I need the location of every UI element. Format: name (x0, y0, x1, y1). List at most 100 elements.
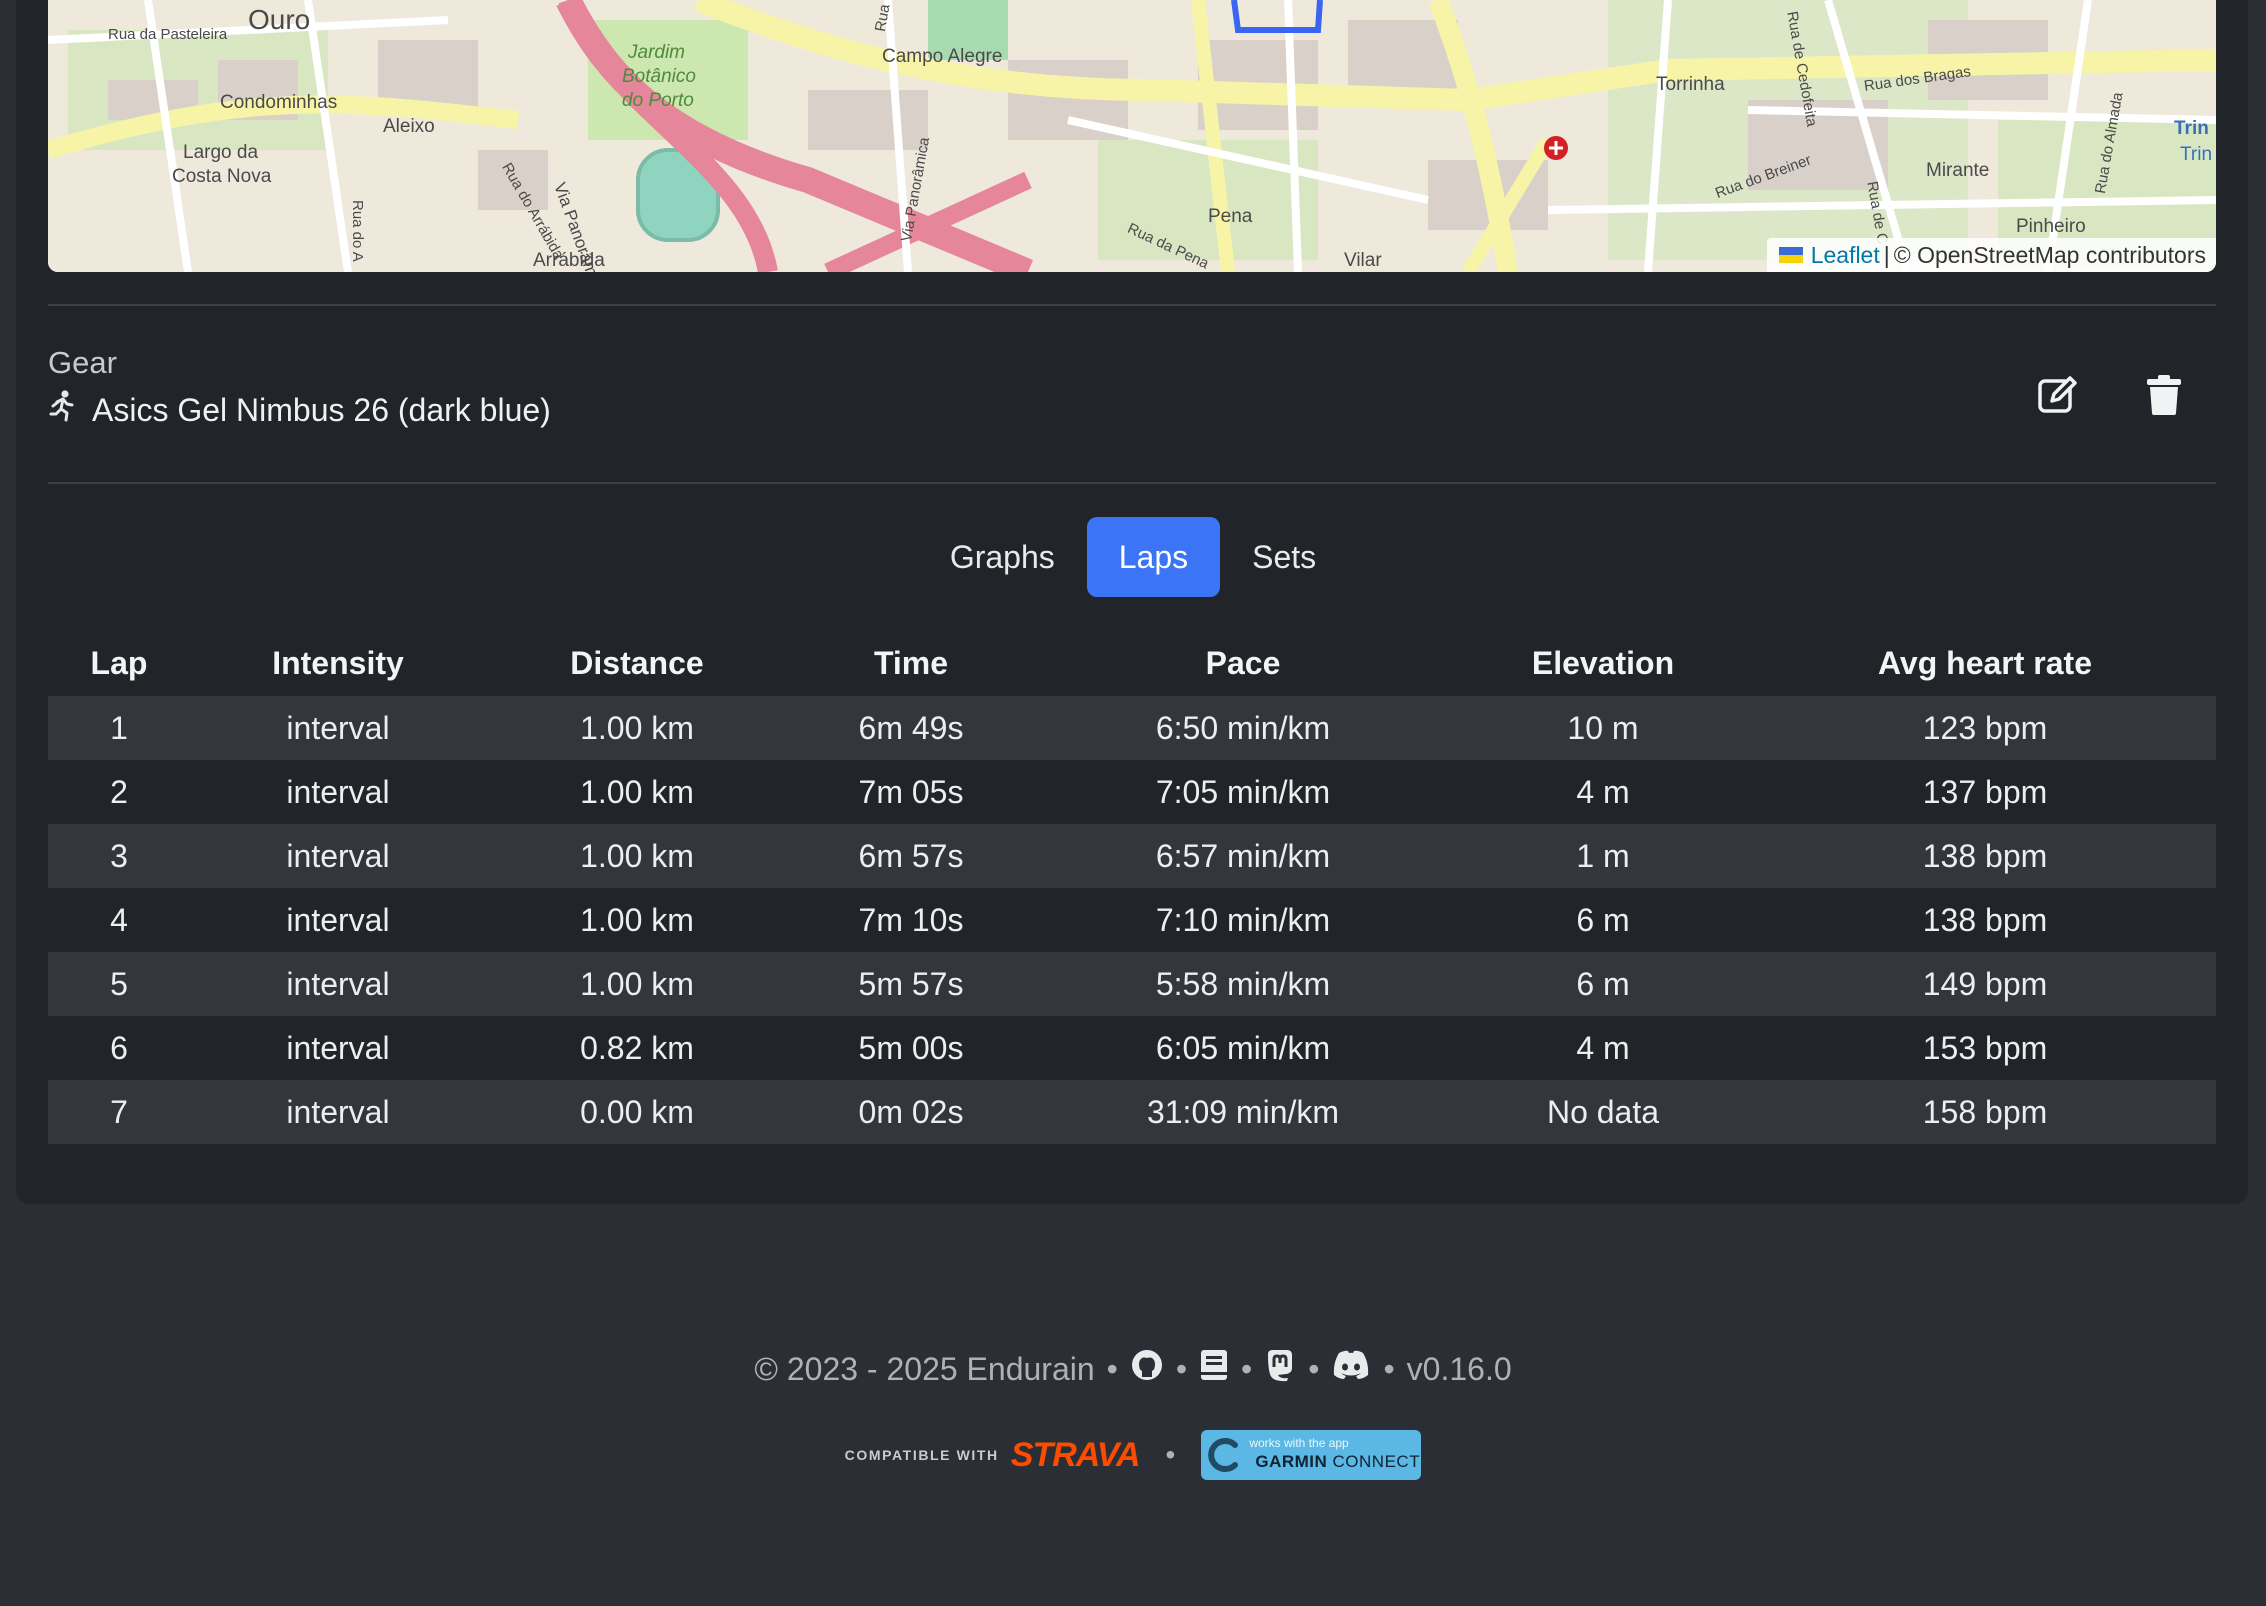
laps-table: Lap Intensity Distance Time Pace Elevati… (48, 630, 2216, 1144)
map-label: do Porto (622, 90, 694, 111)
lap-heart-rate: 149 bpm (1754, 952, 2216, 1016)
map-label: Pena (1208, 206, 1253, 227)
column-header: Time (873, 644, 949, 681)
activity-tabs: Graphs Laps Sets (0, 517, 2266, 597)
lap-number: 2 (48, 760, 190, 824)
strava-badge[interactable]: COMPATIBLE WITH STRAVA (844, 1436, 1141, 1475)
map-label: Mirante (1926, 160, 1990, 181)
mastodon-link[interactable] (1264, 1348, 1296, 1390)
table-row: 7 interval 0.00 km 0m 02s 31:09 min/km N… (48, 1080, 2216, 1144)
column-header: Distance (570, 644, 704, 681)
map-label: Aleixo (383, 116, 435, 137)
tab-sets[interactable]: Sets (1220, 517, 1348, 597)
app-version: v0.16.0 (1406, 1350, 1512, 1387)
edit-icon (2038, 376, 2077, 413)
gear-name[interactable]: Asics Gel Nimbus 26 (dark blue) (92, 392, 551, 429)
separator: • (1383, 1350, 1395, 1387)
lap-elevation: 6 m (1452, 952, 1754, 1016)
separator: • (1175, 1350, 1188, 1387)
lap-intensity: interval (190, 760, 486, 824)
lap-distance: 0.00 km (486, 1080, 788, 1144)
lap-number: 7 (48, 1080, 190, 1144)
delete-gear-button[interactable] (2136, 367, 2192, 423)
activity-map[interactable]: Ouro Rua da Pasteleira Condominhas Largo… (48, 0, 2216, 272)
lap-intensity: interval (190, 824, 486, 888)
lap-elevation: 4 m (1452, 1016, 1754, 1080)
lap-elevation: 6 m (1452, 888, 1754, 952)
lap-distance: 1.00 km (486, 952, 788, 1016)
map-label: Vilar (1344, 250, 1382, 271)
table-row: 1 interval 1.00 km 6m 49s 6:50 min/km 10… (48, 696, 2216, 760)
map-label: Pinheiro (2016, 216, 2086, 237)
lap-heart-rate: 138 bpm (1754, 888, 2216, 952)
lap-number: 1 (48, 696, 190, 760)
garmin-brand-name: GARMIN (1255, 1452, 1328, 1471)
garmin-small-text: works with the app (1249, 1436, 1349, 1450)
garmin-product: CONNECT (1332, 1452, 1421, 1471)
lap-distance: 0.82 km (486, 1016, 788, 1080)
map-label: Arrábida (533, 250, 605, 271)
github-link[interactable] (1130, 1348, 1164, 1390)
map-label: Jardim (628, 42, 686, 63)
map-label: Botânico (622, 66, 696, 87)
partner-badges: COMPATIBLE WITH STRAVA • works with the … (0, 1430, 2266, 1480)
map-attribution: Leaflet | © OpenStreetMap contributors (1766, 238, 2216, 272)
lap-number: 3 (48, 824, 190, 888)
ukraine-flag-icon (1778, 247, 1803, 263)
separator: • (1165, 1439, 1176, 1470)
lap-elevation: No data (1452, 1080, 1754, 1144)
lap-distance: 1.00 km (486, 760, 788, 824)
lap-number: 6 (48, 1016, 190, 1080)
map-label: Condominhas (220, 92, 338, 113)
table-header-row: Lap Intensity Distance Time Pace Elevati… (48, 630, 2216, 696)
column-header: Pace (1205, 644, 1281, 681)
osm-attribution: © OpenStreetMap contributors (1893, 241, 2206, 268)
lap-distance: 1.00 km (486, 824, 788, 888)
table-row: 2 interval 1.00 km 7m 05s 7:05 min/km 4 … (48, 760, 2216, 824)
running-icon (48, 390, 76, 430)
strava-compatible-text: COMPATIBLE WITH (844, 1447, 999, 1463)
tab-laps[interactable]: Laps (1086, 517, 1221, 597)
lap-pace: 5:58 min/km (1034, 952, 1452, 1016)
table-row: 4 interval 1.00 km 7m 10s 7:10 min/km 6 … (48, 888, 2216, 952)
lap-intensity: interval (190, 696, 486, 760)
discord-icon (1334, 1350, 1369, 1379)
lap-intensity: interval (190, 1080, 486, 1144)
separator: • (1308, 1350, 1320, 1387)
separator: • (1106, 1350, 1118, 1387)
lap-pace: 7:10 min/km (1034, 888, 1452, 952)
lap-heart-rate: 137 bpm (1754, 760, 2216, 824)
docs-link[interactable] (1199, 1348, 1229, 1390)
map-label: Trin (2180, 144, 2213, 165)
lap-time: 7m 10s (788, 888, 1034, 952)
lap-time: 7m 05s (788, 760, 1034, 824)
table-row: 5 interval 1.00 km 5m 57s 5:58 min/km 6 … (48, 952, 2216, 1016)
table-row: 6 interval 0.82 km 5m 00s 6:05 min/km 4 … (48, 1016, 2216, 1080)
leaflet-link[interactable]: Leaflet (1811, 242, 1880, 269)
separator: • (1241, 1350, 1253, 1387)
mastodon-icon (1268, 1350, 1293, 1382)
lap-elevation: 4 m (1452, 760, 1754, 824)
garmin-connect-icon (1208, 1438, 1239, 1472)
lap-intensity: interval (190, 888, 486, 952)
lap-time: 0m 02s (788, 1080, 1034, 1144)
lap-heart-rate: 158 bpm (1754, 1080, 2216, 1144)
attribution-separator: | (1883, 241, 1890, 268)
tab-graphs[interactable]: Graphs (918, 517, 1087, 597)
lap-number: 4 (48, 888, 190, 952)
map-label: Ouro (248, 4, 311, 35)
lap-heart-rate: 138 bpm (1754, 824, 2216, 888)
lap-pace: 31:09 min/km (1034, 1080, 1452, 1144)
column-header: Lap (90, 644, 148, 681)
divider (48, 304, 2216, 306)
lap-time: 5m 57s (788, 952, 1034, 1016)
edit-gear-button[interactable] (2030, 367, 2086, 423)
map-label: Campo Alegre (882, 46, 1003, 67)
discord-link[interactable] (1331, 1349, 1371, 1389)
garmin-connect-badge[interactable]: works with the app GARMIN CONNECT (1201, 1430, 1422, 1480)
lap-pace: 6:05 min/km (1034, 1016, 1452, 1080)
lap-intensity: interval (190, 952, 486, 1016)
lap-pace: 6:50 min/km (1034, 696, 1452, 760)
column-header: Avg heart rate (1878, 644, 2092, 681)
map-label: Trin (2174, 118, 2209, 139)
